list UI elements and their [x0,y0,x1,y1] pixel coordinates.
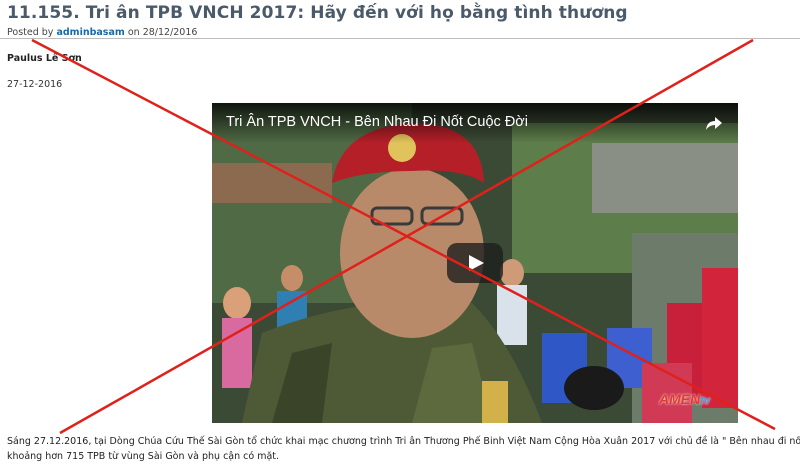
paragraph-line: khoảng hơn 715 TPB từ vùng Sài Gòn và ph… [7,450,280,462]
share-arrow-icon[interactable] [704,113,724,133]
post-date: 28/12/2016 [142,27,198,38]
post-meta: Posted by adminbasam on 28/12/2016 [7,27,197,38]
article-date: 27-12-2016 [7,79,63,90]
video-player[interactable]: Tri Ân TPB VNCH - Bên Nhau Đi Nốt Cuộc Đ… [212,103,738,423]
paragraph-line: Sáng 27.12.2016, tại Dòng Chúa Cứu Thế S… [7,436,800,447]
watermark-main: AMEN [658,391,701,407]
youtube-play-icon[interactable] [447,243,503,283]
post-title[interactable]: 11.155. Tri ân TPB VNCH 2017: Hãy đến vớ… [7,3,628,23]
article-paragraph: Sáng 27.12.2016, tại Dòng Chúa Cứu Thế S… [7,435,800,464]
channel-watermark: AMENtv [659,391,710,407]
posted-by-label: Posted by [7,27,54,38]
video-title[interactable]: Tri Ân TPB VNCH - Bên Nhau Đi Nốt Cuộc Đ… [226,114,528,130]
watermark-suffix: tv [700,395,710,407]
title-divider [0,38,800,39]
article-byline: Paulus Lê Sơn [7,53,82,64]
author-link[interactable]: adminbasam [56,27,124,38]
on-label: on [127,27,140,38]
